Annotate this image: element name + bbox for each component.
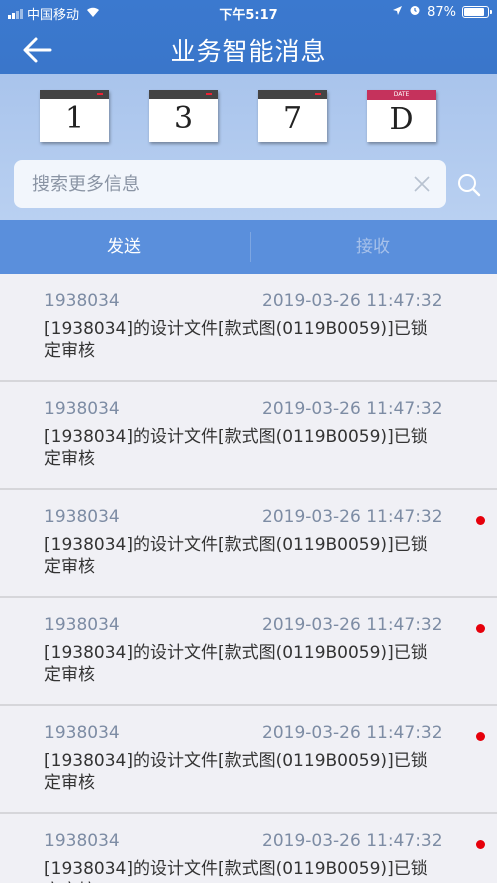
unread-dot <box>476 516 485 525</box>
battery-percent: 87% <box>427 4 456 20</box>
message-id: 1938034 <box>44 615 120 635</box>
alarm-icon <box>409 4 421 20</box>
search-icon[interactable] <box>456 172 482 198</box>
page-title: 业务智能消息 <box>170 37 327 66</box>
header: 中国移动 下午5:17 87% 业务智能消息 <box>0 0 497 74</box>
search-input[interactable] <box>32 170 412 198</box>
message-list: 1938034 2019-03-26 11:47:32 [1938034]的设计… <box>0 274 497 883</box>
message-id: 1938034 <box>44 831 120 851</box>
nav-bar: 业务智能消息 <box>0 26 497 74</box>
list-item[interactable]: 1938034 2019-03-26 11:47:32 [1938034]的设计… <box>0 382 497 490</box>
calendar-filter-band: 1 3 7 DATE D <box>0 74 497 220</box>
date-tag: DATE <box>393 91 410 98</box>
message-id: 1938034 <box>44 399 120 419</box>
calendar-date-button[interactable]: DATE D <box>367 90 436 142</box>
message-time: 2019-03-26 11:47:32 <box>262 507 443 527</box>
unread-dot <box>476 732 485 741</box>
message-text: [1938034]的设计文件[款式图(0119B0059)]已锁定审核 <box>44 427 428 469</box>
location-icon <box>392 5 403 20</box>
message-id: 1938034 <box>44 291 120 311</box>
message-time: 2019-03-26 11:47:32 <box>262 723 443 743</box>
list-item[interactable]: 1938034 2019-03-26 11:47:32 [1938034]的设计… <box>0 598 497 706</box>
tab-send[interactable]: 发送 <box>0 220 248 274</box>
calendar-7-day-button[interactable]: 7 <box>258 90 327 142</box>
calendar-1-day-button[interactable]: 1 <box>40 90 109 142</box>
unread-dot <box>476 624 485 633</box>
list-item[interactable]: 1938034 2019-03-26 11:47:32 [1938034]的设计… <box>0 706 497 814</box>
message-text: [1938034]的设计文件[款式图(0119B0059)]已锁定审核 <box>44 535 428 577</box>
list-item[interactable]: 1938034 2019-03-26 11:47:32 [1938034]的设计… <box>0 814 497 883</box>
list-item[interactable]: 1938034 2019-03-26 11:47:32 [1938034]的设计… <box>0 490 497 598</box>
message-time: 2019-03-26 11:47:32 <box>262 615 443 635</box>
calendar-3-day-button[interactable]: 3 <box>149 90 218 142</box>
search-box <box>14 160 446 208</box>
battery-icon <box>462 6 492 18</box>
tab-receive[interactable]: 接收 <box>249 220 497 274</box>
message-text: [1938034]的设计文件[款式图(0119B0059)]已锁定审核 <box>44 751 428 793</box>
message-id: 1938034 <box>44 507 120 527</box>
status-bar: 中国移动 下午5:17 87% <box>0 0 497 26</box>
message-text: [1938034]的设计文件[款式图(0119B0059)]已锁定审核 <box>44 859 428 883</box>
tab-bar: 发送 接收 <box>0 220 497 274</box>
message-text: [1938034]的设计文件[款式图(0119B0059)]已锁定审核 <box>44 643 428 685</box>
message-id: 1938034 <box>44 723 120 743</box>
message-time: 2019-03-26 11:47:32 <box>262 291 443 311</box>
list-item[interactable]: 1938034 2019-03-26 11:47:32 [1938034]的设计… <box>0 274 497 382</box>
message-time: 2019-03-26 11:47:32 <box>262 831 443 851</box>
clear-icon[interactable] <box>412 174 432 194</box>
unread-dot <box>476 840 485 849</box>
message-text: [1938034]的设计文件[款式图(0119B0059)]已锁定审核 <box>44 319 428 361</box>
message-time: 2019-03-26 11:47:32 <box>262 399 443 419</box>
